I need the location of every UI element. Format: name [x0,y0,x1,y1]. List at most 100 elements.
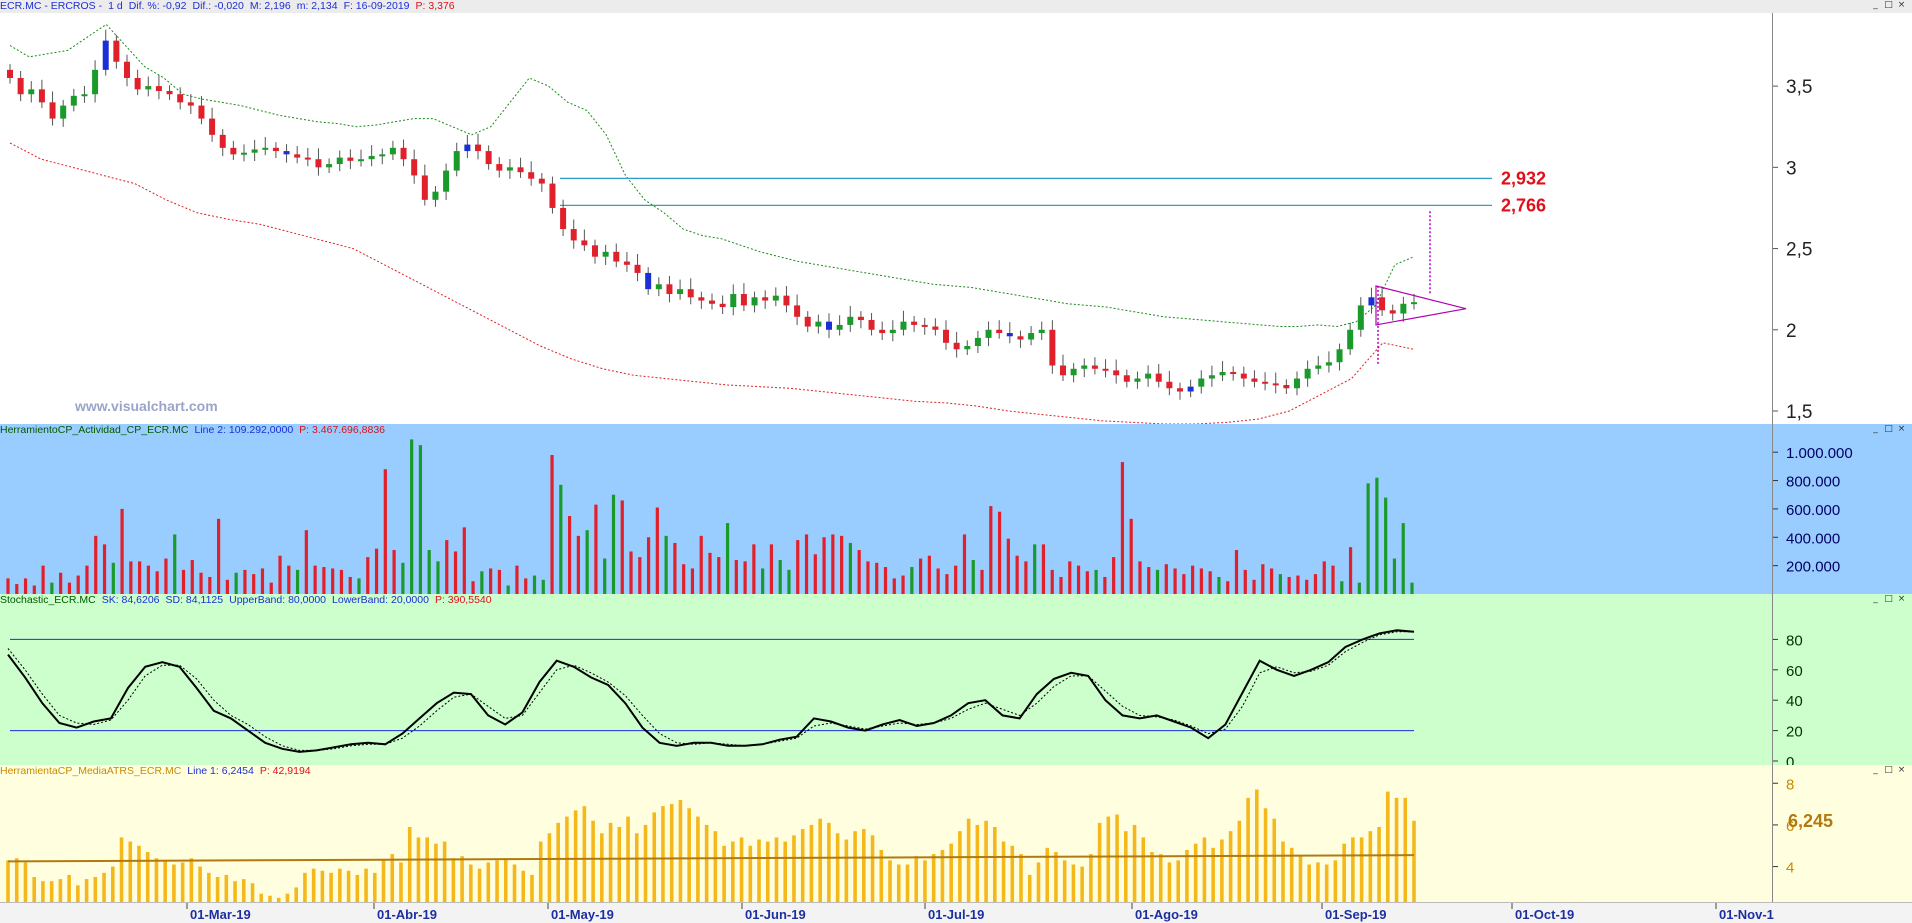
stoch-sd-line [7,631,1414,751]
volume-bar [287,565,291,594]
volume-bar [85,565,89,594]
date-tick-label: 01-Oct-19 [1515,907,1574,922]
atr-pane[interactable]: HerramientaCP_MediaATRS_ECR.MC Line 1: 6,… [0,765,1912,902]
atr-bar [180,862,185,902]
candle-body [1113,370,1120,376]
volume-bar [1252,579,1256,594]
candle-body [623,261,630,265]
atr-bar [172,864,176,902]
candle-body [92,69,99,95]
date-tick-label: 01-Mar-19 [190,907,251,922]
close-icon[interactable]: × [1897,1,1906,10]
volume-bar [331,568,335,594]
atr-bar [792,835,796,902]
volume-bar [1357,582,1361,594]
volume-bar [936,568,940,594]
atr-chart[interactable]: 4686,245 [0,765,1912,902]
candle-body [900,321,907,330]
volume-bar [225,579,229,594]
candle-body [1357,305,1364,330]
date-axis[interactable]: 01-Mar-19 01-Abr-19 01-May-19 01-Jun-19 01-J… [0,902,1912,923]
volume-bar [717,557,721,594]
maximize-icon[interactable]: □ [1884,595,1893,604]
candle-body [581,240,588,246]
candle-body [740,294,747,306]
price-pane[interactable]: ECR.MC - ERCROS - 1 d Dif. %: -0,92 Dif.: -… [0,0,1912,424]
minimize-icon[interactable]: _ [1871,595,1880,604]
stoch-tick-label: 20 [1786,724,1803,741]
maximize-icon[interactable]: □ [1884,1,1893,10]
candle-body [655,284,662,290]
candle-body [751,297,758,306]
volume-bar [664,535,668,594]
price-pane-header: ECR.MC - ERCROS - 1 d Dif. %: -0,92 Dif.: -… [0,0,1912,13]
volume-bar [453,551,458,594]
candle-body [1219,372,1226,376]
candle-body [1049,329,1056,366]
volume-bar [769,544,774,594]
candle-body [560,207,567,230]
minimize-icon[interactable]: _ [1871,1,1880,10]
atr-bar [110,866,115,902]
min-label: m: 2,134 [296,0,338,12]
price-tick-label: 2,5 [1786,240,1812,261]
volume-bar [313,565,317,594]
maximize-icon[interactable]: □ [1884,766,1893,775]
volume-bar [1191,565,1195,594]
atr-bar [41,881,45,902]
close-icon[interactable]: × [1897,425,1906,434]
atr-bar [1307,864,1312,902]
volume-bar [576,535,580,594]
atr-bar [652,812,657,902]
atr-bar [774,837,779,902]
stochastic-chart[interactable]: 0 20 40 60 80 [0,594,1912,765]
candle-body [1325,362,1332,366]
stoch-lower-label: LowerBand: 20,0000 [332,594,429,606]
date-label: F: 16-09-2019 [343,0,410,12]
volume-bar [1322,561,1326,594]
atr-bar [495,860,499,902]
price-tick-label: 3 [1786,158,1797,179]
atr-bar [1167,862,1172,902]
candle-body [911,321,918,325]
price-axis-separator [1772,0,1773,424]
volume-chart[interactable]: 200.000 400.000 600.000 800.000 1.000.000 [0,424,1912,594]
atr-bar [966,818,971,902]
volume-bar [1041,544,1046,594]
volume-pane[interactable]: HerramientoCP_Actividad_CP_ECR.MC Line 2:… [0,424,1912,594]
minimize-icon[interactable]: _ [1871,425,1880,434]
candle-body [411,159,418,176]
close-icon[interactable]: × [1897,766,1906,775]
price-chart[interactable]: 1,5 2 2,5 3 3,5 2,932 2,766 [0,0,1912,424]
volume-bar [1129,518,1133,594]
candle-body [645,272,652,290]
atr-bar [1237,820,1242,902]
atr-bar [888,860,892,902]
volume-axis-separator [1772,424,1773,594]
atr-bar [1202,837,1207,902]
close-icon[interactable]: × [1897,595,1906,604]
candle-body [677,289,684,295]
candle-body [389,147,396,155]
volume-bar [76,575,80,594]
candle-body [826,321,832,330]
level-label: 2,766 [1501,195,1546,215]
volume-bar [418,445,423,594]
candle-body [198,105,205,119]
volume-bar [629,551,633,594]
atr-bar [1132,824,1137,902]
candle-body [421,175,428,200]
atr-bar [32,877,36,902]
price-tick-label: 1,5 [1786,402,1812,423]
stochastic-pane[interactable]: Stochastic_ECR.MC SK: 84,6206 SD: 84,1125 U… [0,594,1912,765]
atr-bar [1255,789,1259,902]
minimize-icon[interactable]: _ [1871,766,1880,775]
candle-body [1411,302,1417,305]
atr-bar [1368,831,1373,902]
stoch-tick-label: 0 [1786,754,1794,765]
maximize-icon[interactable]: □ [1884,425,1893,434]
atr-bar [739,837,744,902]
volume-bar [752,544,756,594]
candle-body [953,342,960,350]
candle-body [70,95,77,106]
